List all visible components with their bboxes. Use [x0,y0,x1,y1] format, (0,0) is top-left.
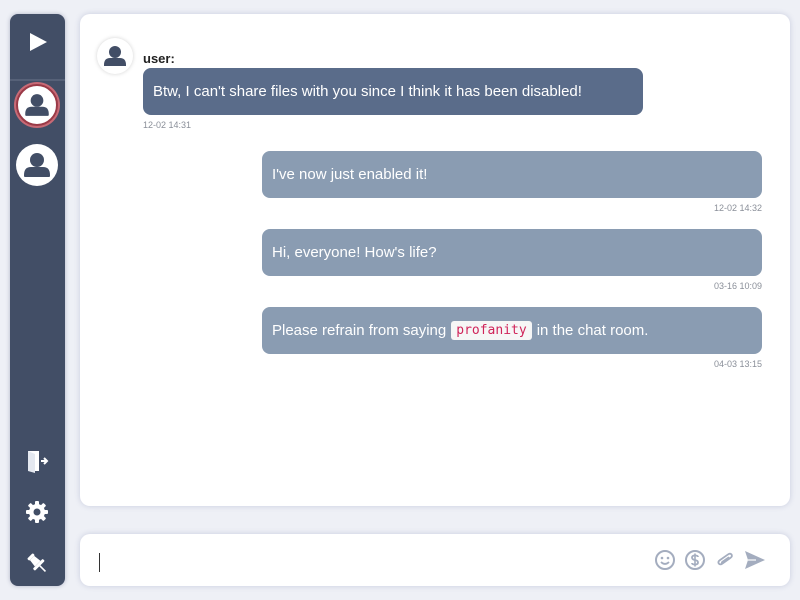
pin-icon[interactable] [24,550,50,576]
user-icon [104,46,126,66]
paperclip-icon[interactable] [714,549,736,571]
message-timestamp: 12-02 14:31 [143,120,192,130]
dollar-icon[interactable] [684,549,706,571]
message-bubble-outgoing: I've now just enabled it! [262,151,762,198]
sidebar-user-avatar[interactable] [16,144,58,186]
message-text-after: in the chat room. [536,322,649,339]
sidebar [10,14,65,586]
message-timestamp: 04-03 13:15 [713,359,762,369]
message-text: Btw, I can't share files with you since … [153,83,582,100]
gear-icon[interactable] [24,499,50,525]
message-bubble-incoming: Btw, I can't share files with you since … [143,68,643,115]
user-icon [25,94,49,116]
message-timestamp: 12-02 14:32 [713,203,762,213]
message-timestamp: 03-16 10:09 [713,281,762,291]
text-caret [99,553,100,572]
sidebar-divider [10,79,65,81]
send-icon[interactable] [743,548,767,572]
inline-code: profanity [451,321,532,340]
sidebar-user-avatar-active[interactable] [16,84,58,126]
message-bubble-outgoing: Please refrain from saying profanity in … [262,307,762,354]
message-text: I've now just enabled it! [272,166,428,183]
exit-door-icon[interactable] [24,448,50,474]
message-bubble-outgoing: Hi, everyone! How's life? [262,229,762,276]
message-sender: user: [143,51,175,66]
message-input[interactable] [96,546,620,576]
emoji-icon[interactable] [654,549,676,571]
message-text: Hi, everyone! How's life? [272,244,437,261]
message-text-before: Please refrain from saying [272,322,447,339]
message-input-bar [80,534,790,586]
message-avatar[interactable] [97,38,133,74]
user-icon [24,153,50,177]
chat-panel: user: Btw, I can't share files with you … [80,14,790,506]
play-icon[interactable] [27,31,49,53]
